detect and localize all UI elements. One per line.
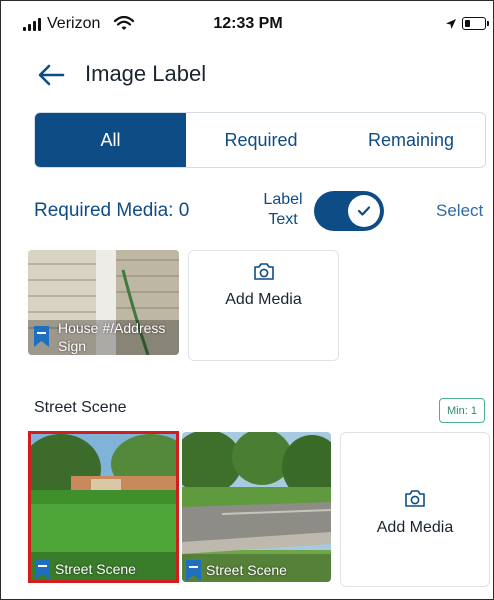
status-bar: Verizon 12:33 PM — [1, 1, 493, 47]
bookmark-icon — [186, 560, 201, 581]
camera-icon — [405, 490, 425, 507]
add-media-label: Add Media — [376, 519, 454, 536]
label-text-label: Label Text — [263, 191, 303, 228]
add-media-tile[interactable]: Add Media — [188, 250, 339, 361]
add-media-tile[interactable]: Add Media — [340, 432, 490, 587]
street-scene-photo[interactable]: Street Scene — [31, 434, 176, 580]
photo-caption: Street Scene — [206, 562, 287, 578]
required-media-count: Required Media: 0 — [34, 200, 190, 221]
section-title: Street Scene — [34, 399, 127, 416]
house-address-photo[interactable]: House #/Address Sign — [28, 250, 179, 355]
checkmark-icon — [357, 206, 371, 216]
photo-caption: House #/Address Sign — [58, 320, 166, 354]
app-screen: Verizon 12:33 PM Image Label All Require… — [0, 0, 494, 600]
filter-tabs: All Required Remaining — [34, 112, 486, 168]
tab-required[interactable]: Required — [186, 113, 336, 167]
battery-icon — [462, 17, 489, 30]
page-title: Image Label — [85, 61, 207, 86]
bookmark-icon — [34, 326, 49, 347]
location-arrow-icon — [446, 19, 456, 29]
bookmark-icon — [35, 559, 50, 580]
select-button[interactable]: Select — [436, 201, 483, 221]
tab-all[interactable]: All — [35, 113, 186, 167]
min-badge: Min: 1 — [439, 398, 485, 423]
label-text-toggle[interactable] — [314, 191, 384, 231]
add-media-label: Add Media — [225, 291, 302, 308]
camera-icon — [253, 263, 274, 280]
tab-remaining[interactable]: Remaining — [336, 113, 485, 167]
status-time: 12:33 PM — [213, 15, 283, 32]
street-scene-image — [31, 434, 176, 580]
photo-caption: Street Scene — [55, 561, 136, 577]
arrow-left-icon[interactable] — [37, 63, 65, 87]
toggle-knob — [348, 195, 380, 227]
street-scene-image-2 — [182, 432, 331, 582]
street-scene-photo-2[interactable]: Street Scene — [182, 432, 331, 582]
